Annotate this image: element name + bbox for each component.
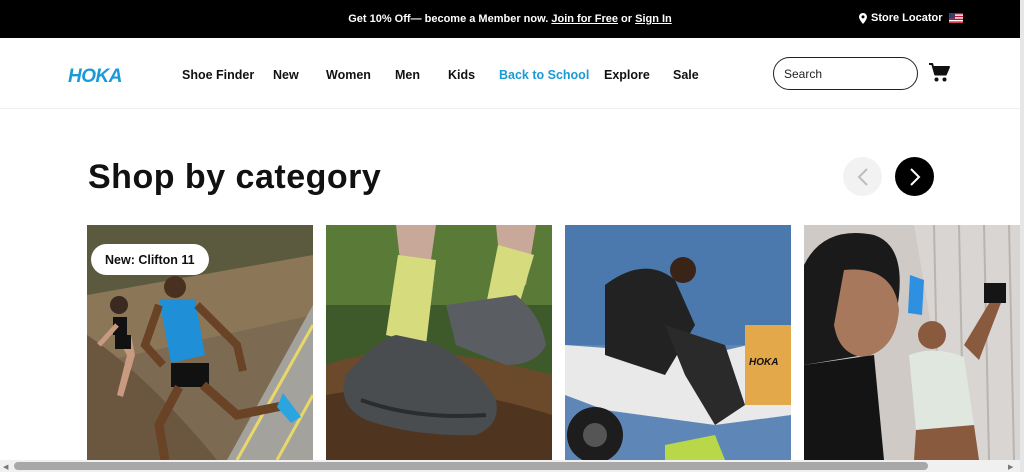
sign-in-link[interactable]: Sign In — [635, 13, 672, 25]
trail-shoes-image — [326, 225, 552, 460]
scroll-left-arrow-icon[interactable]: ◀ — [3, 463, 8, 471]
hoka-logo-text: HOKA — [68, 66, 122, 85]
store-locator-link[interactable]: Store Locator — [859, 12, 943, 24]
nav-men[interactable]: Men — [395, 68, 420, 82]
join-for-free-link[interactable]: Join for Free — [551, 13, 618, 25]
store-locator-label: Store Locator — [871, 12, 943, 24]
scrollbar-thumb[interactable] — [14, 462, 928, 470]
nav-explore[interactable]: Explore — [604, 68, 650, 82]
promo-or: or — [617, 13, 636, 25]
category-card-3[interactable]: HOKA — [565, 225, 791, 460]
rider-on-dirt-bike-image: HOKA — [565, 225, 791, 460]
category-card-1[interactable]: New: Clifton 11 — [87, 225, 313, 460]
hoka-logo[interactable]: HOKA — [68, 65, 136, 85]
nav-back-to-school[interactable]: Back to School — [499, 68, 589, 82]
cart-icon[interactable] — [929, 63, 950, 83]
athletes-hydrating-image — [804, 225, 1020, 460]
location-pin-icon — [859, 12, 867, 24]
nav-sale[interactable]: Sale — [673, 68, 699, 82]
site-header: HOKA Shoe Finder New Women Men Kids Back… — [0, 38, 1020, 109]
us-flag-icon[interactable] — [949, 13, 963, 23]
chevron-left-icon — [857, 167, 868, 186]
promo-text: Get 10% Off— become a Member now. — [348, 13, 552, 25]
search-input[interactable] — [773, 57, 918, 90]
category-card-2[interactable] — [326, 225, 552, 460]
category-card-4[interactable] — [804, 225, 1024, 460]
nav-women[interactable]: Women — [326, 68, 371, 82]
carousel-prev-button[interactable] — [843, 157, 882, 196]
card-badge: New: Clifton 11 — [91, 244, 209, 275]
promo-bar: Get 10% Off— become a Member now. Join f… — [0, 0, 1020, 38]
nav-shoe-finder[interactable]: Shoe Finder — [182, 68, 254, 82]
svg-text:HOKA: HOKA — [749, 357, 778, 368]
horizontal-scrollbar[interactable]: ◀ ▶ — [0, 460, 1020, 472]
carousel-next-button[interactable] — [895, 157, 934, 196]
chevron-right-icon — [909, 167, 920, 186]
nav-new[interactable]: New — [273, 68, 299, 82]
nav-kids[interactable]: Kids — [448, 68, 475, 82]
section-title: Shop by category — [88, 158, 382, 196]
scroll-right-arrow-icon[interactable]: ▶ — [1008, 463, 1013, 471]
